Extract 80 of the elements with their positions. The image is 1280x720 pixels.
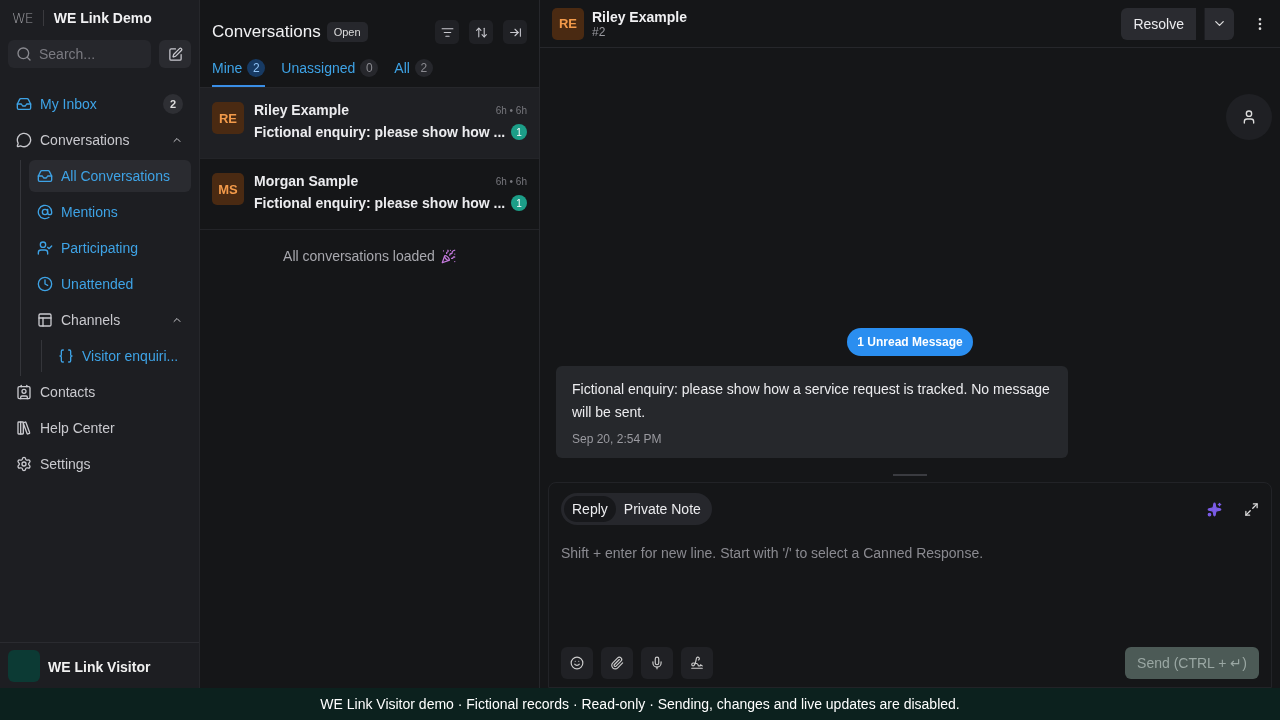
workspace-title: WE Link Demo [53, 10, 152, 26]
nav-icon [16, 96, 32, 112]
sort-button[interactable] [469, 20, 493, 44]
timestamp: 6h • 6h [495, 175, 527, 187]
collapse-button[interactable] [503, 20, 527, 44]
nav-item[interactable]: Participating [29, 232, 191, 264]
sparkle-button[interactable] [1207, 501, 1222, 517]
nav-item[interactable]: Conversations [8, 124, 191, 156]
nav-icon [37, 276, 53, 292]
message-preview: Fictional enquiry: please show how ... [254, 124, 506, 140]
nav-item[interactable]: Unattended [29, 268, 191, 300]
tab[interactable]: All 2 [394, 50, 433, 87]
nav-icon [37, 204, 53, 220]
avatar [8, 649, 40, 682]
party-popper-icon [440, 248, 456, 264]
emoji-button[interactable] [561, 647, 593, 679]
nav-item[interactable]: All Conversations [29, 160, 191, 192]
banner-text: WE Link Visitor demo · Fictional records · Read-only · Sending, changes and live updates are disabled. [320, 696, 960, 712]
account-name: WE Link Visitor [48, 658, 151, 675]
nav-icon [16, 456, 32, 472]
nav-item[interactable]: Mentions [29, 196, 191, 228]
list-title: Conversations [212, 22, 321, 42]
conversation-row[interactable]: MS Morgan Sample 6h • 6h Fictional enquiry: please show how ... 1 [200, 159, 539, 230]
message-time: Sep 20, 2:54 PM [572, 432, 663, 446]
avatar: RE [552, 7, 584, 40]
filter-button[interactable] [435, 20, 459, 44]
conversation-number: #2 [592, 24, 606, 39]
user-icon [1241, 109, 1257, 125]
contact-name: Riley Example [592, 8, 687, 25]
nav-item[interactable]: Visitor enquiri... [50, 340, 191, 372]
nav-icon [16, 132, 32, 148]
signature-icon [690, 656, 704, 670]
signature-button[interactable] [681, 647, 713, 679]
avatar: MS [212, 173, 244, 205]
nav-icon [58, 348, 74, 364]
tab[interactable]: Unassigned 0 [281, 50, 379, 87]
composer-tab[interactable]: Private Note [615, 496, 709, 522]
reply-field[interactable]: Shift + enter for new line. Start with '/' to select a Canned Response. [561, 545, 1259, 575]
contact-name: Morgan Sample [254, 173, 359, 189]
list-end-text: All conversations loaded [283, 248, 435, 264]
nav-item[interactable]: My Inbox 2 [8, 88, 191, 120]
attach-button[interactable] [601, 647, 633, 679]
nav-item[interactable]: Settings [8, 448, 191, 480]
expand-button[interactable] [1244, 501, 1259, 517]
search-field[interactable]: Search... [8, 40, 151, 68]
nav-icon [37, 240, 53, 256]
message-text: Fictional enquiry: please show how a service request is tracked. No message will be sent. [572, 380, 1051, 422]
composer-tab[interactable]: Reply [564, 496, 616, 522]
nav-icon [37, 312, 53, 328]
timestamp: 6h • 6h [495, 104, 527, 116]
unread-badge: 1 [511, 195, 527, 211]
logo: WE [12, 10, 44, 26]
arrow-to-line-icon [508, 25, 522, 39]
nav-icon [37, 168, 53, 184]
sparkle-icon [1207, 501, 1222, 517]
filter-icon [440, 25, 454, 39]
contact-panel-button[interactable] [1226, 94, 1272, 140]
paperclip-icon [610, 656, 624, 670]
message-preview: Fictional enquiry: please show how ... [254, 195, 506, 211]
resolve-button[interactable]: Resolve [1121, 7, 1196, 40]
contact-name: Riley Example [254, 102, 349, 118]
nav-item[interactable]: Help Center [8, 412, 191, 444]
count-badge: 2 [163, 94, 183, 114]
status-pill[interactable]: Open [326, 22, 368, 42]
conversation-row[interactable]: RE Riley Example 6h • 6h Fictional enquiry: please show how ... 1 [200, 88, 539, 159]
pen-icon [167, 46, 183, 62]
unread-badge: 1 [511, 124, 527, 140]
nav-icon [16, 420, 32, 436]
nav-icon [16, 384, 32, 400]
microphone-button[interactable] [641, 647, 673, 679]
avatar: RE [212, 102, 244, 134]
compose-button[interactable] [159, 40, 191, 68]
search-icon [16, 46, 32, 62]
expand-icon [1244, 501, 1259, 517]
unread-pill: 1 Unread Message [847, 328, 973, 356]
microphone-icon [650, 656, 664, 670]
nav-item[interactable]: Channels [29, 304, 191, 336]
sort-icon [474, 25, 488, 39]
nav-item[interactable]: Contacts [8, 376, 191, 408]
smiley-icon [570, 656, 584, 670]
